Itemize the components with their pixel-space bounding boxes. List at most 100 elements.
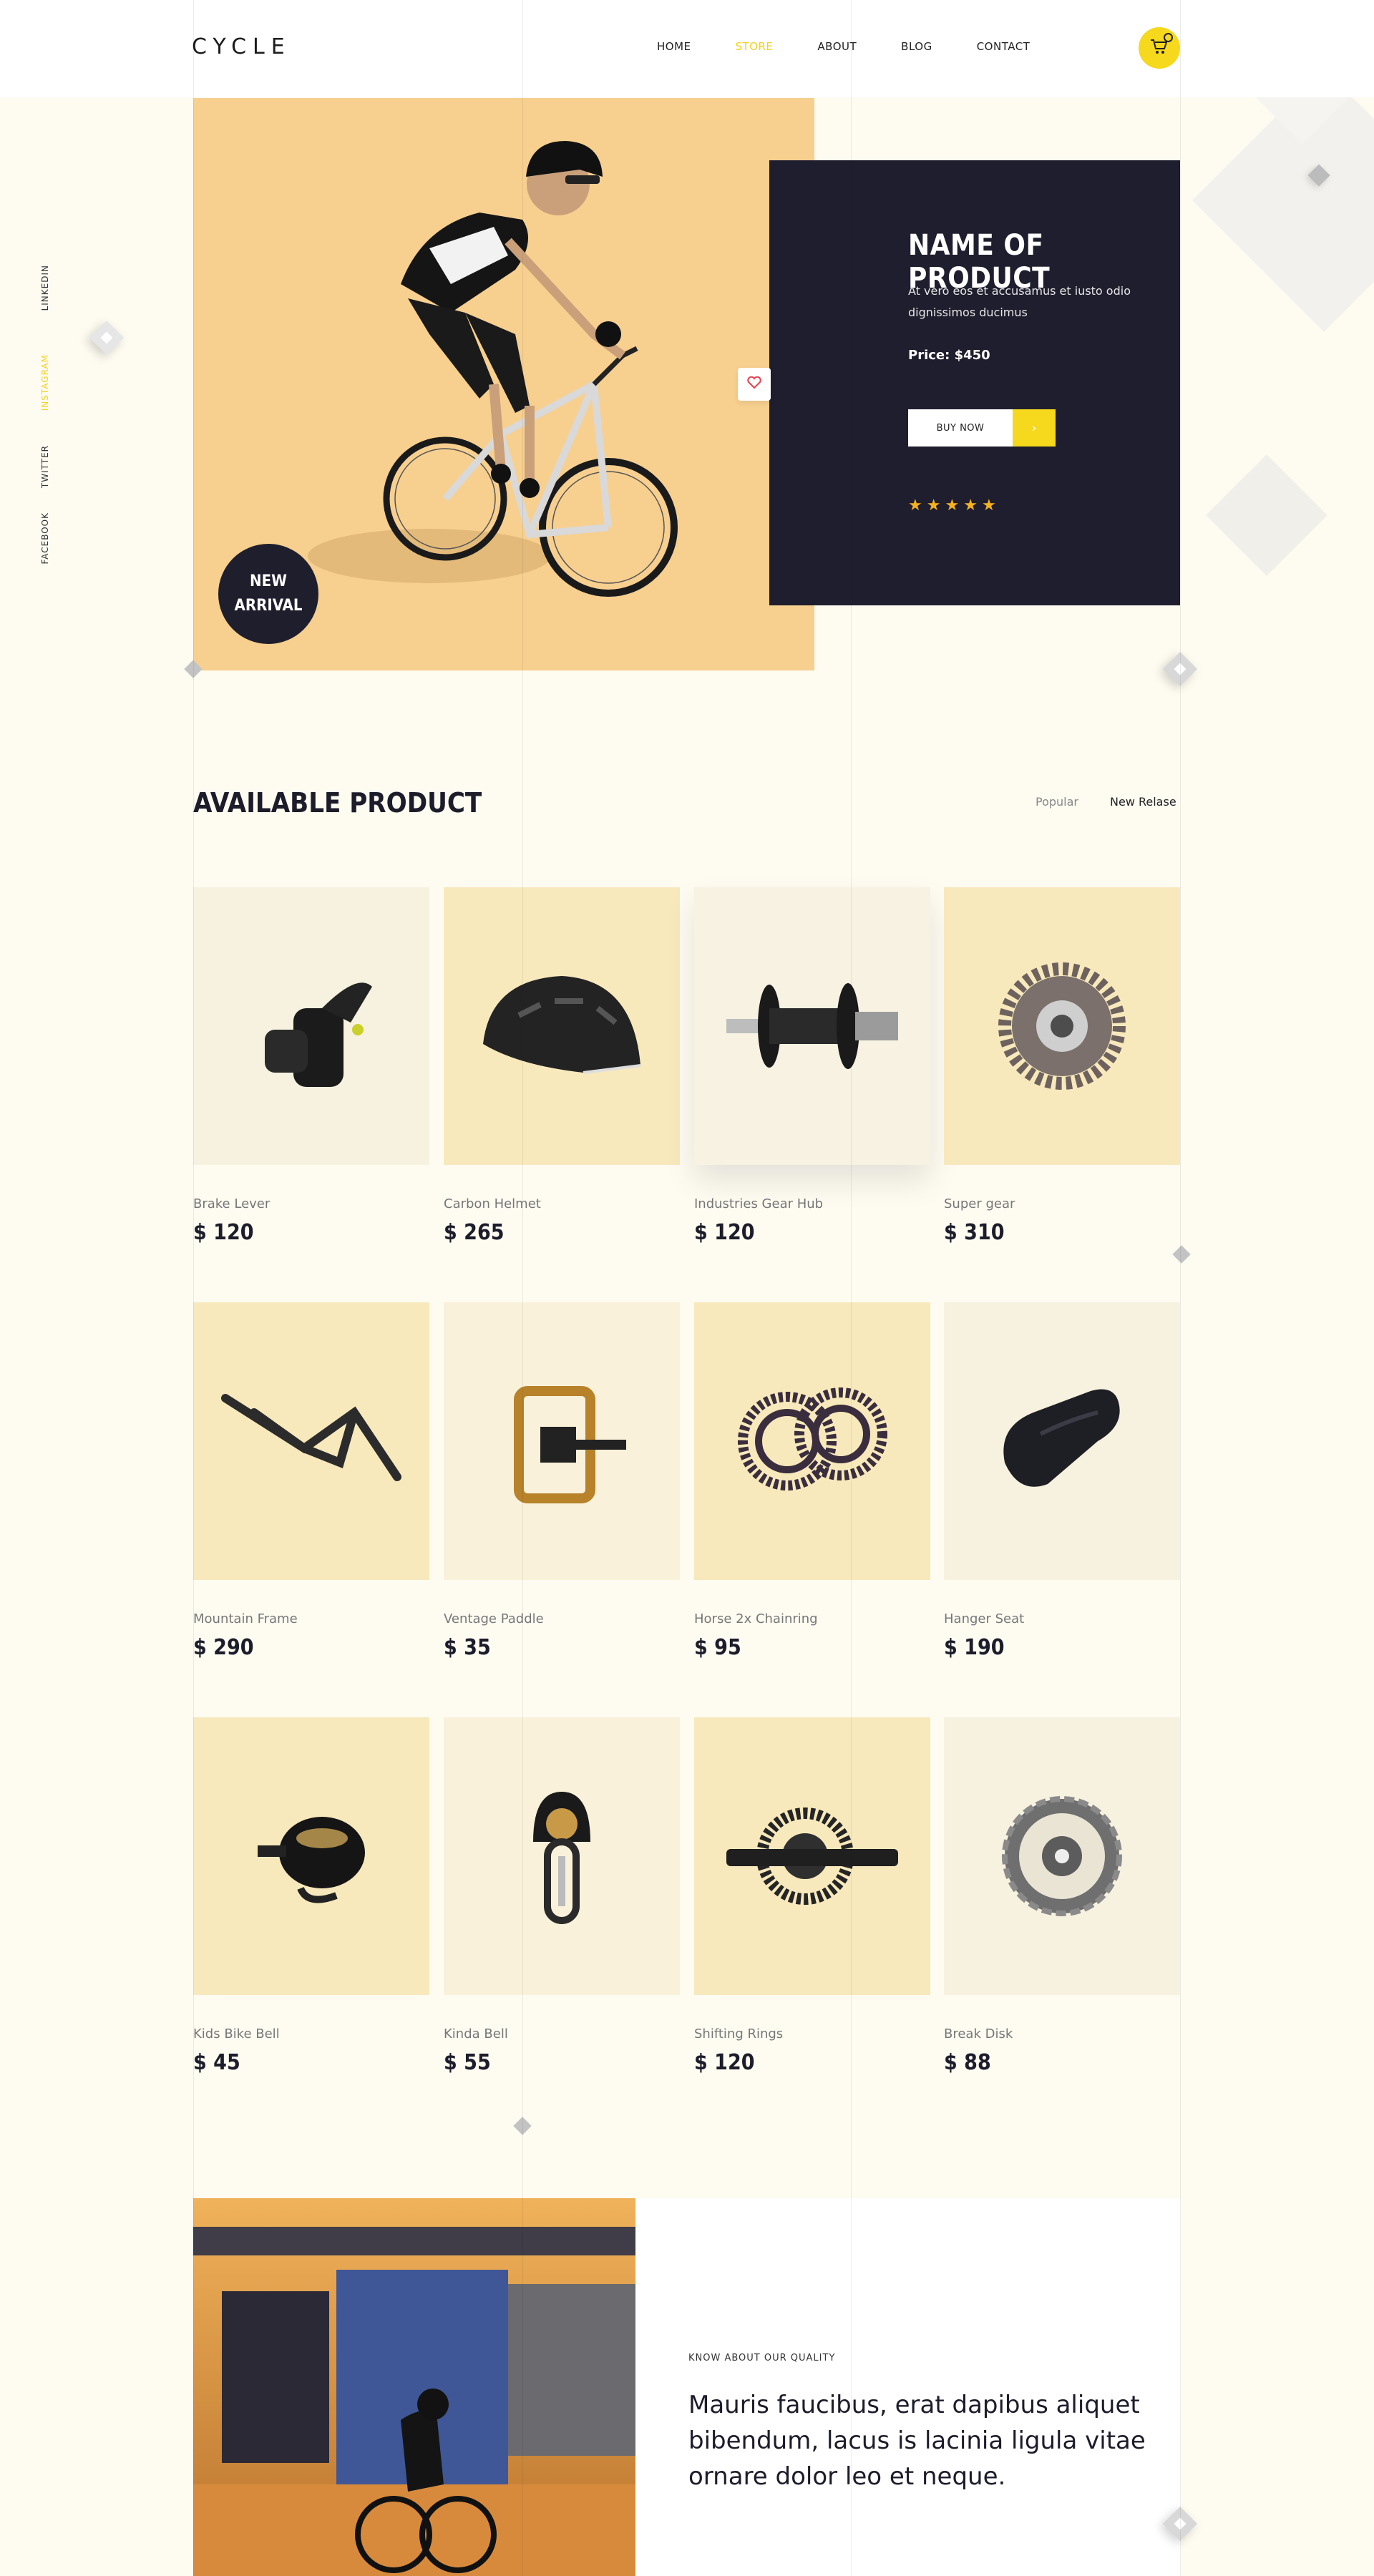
brake-disk-image — [1002, 1796, 1122, 1916]
new-arrival-badge: NEW ARRIVAL — [218, 544, 318, 644]
main-nav: HOME STORE ABOUT BLOG CONTACT — [657, 40, 1074, 53]
cart-badge — [1164, 33, 1173, 42]
product-name: Super gear — [944, 1196, 1015, 1211]
star-icon: ★ — [963, 497, 982, 514]
product-name: Carbon Helmet — [444, 1196, 541, 1211]
product-name: Shifting Rings — [694, 2026, 784, 2041]
product-image — [944, 1302, 1180, 1580]
star-icon: ★ — [981, 497, 1000, 514]
decor-diamond — [1172, 1245, 1191, 1264]
product-name: Mountain Frame — [193, 1611, 298, 1626]
kinda-bell-image — [533, 1792, 590, 1924]
product-price: $ 290 — [193, 1635, 254, 1660]
product-item[interactable]: Brake Lever $ 120 — [193, 887, 429, 1245]
heart-icon — [747, 376, 761, 392]
super-gear-image — [998, 962, 1126, 1090]
product-price: $ 265 — [444, 1220, 505, 1245]
product-item[interactable]: Hanger Seat $ 190 — [944, 1302, 1180, 1660]
decor-diamond — [89, 320, 125, 356]
bike-bell-image — [258, 1817, 365, 1903]
nav-about[interactable]: ABOUT — [817, 40, 857, 53]
product-image — [694, 887, 930, 1165]
nav-store[interactable]: STORE — [736, 40, 774, 53]
product-item[interactable]: Kinda Bell $ 55 — [444, 1717, 680, 2075]
product-item[interactable]: Carbon Helmet $ 265 — [444, 887, 680, 1245]
gear-hub-image — [726, 983, 898, 1069]
nav-home[interactable]: HOME — [657, 40, 691, 53]
product-name: Hanger Seat — [944, 1611, 1025, 1626]
product-price: Price: $450 — [908, 348, 990, 363]
helmet-image — [483, 976, 641, 1074]
product-item[interactable]: Industries Gear Hub $ 120 — [694, 887, 930, 1245]
social-twitter[interactable]: TWITTER — [40, 445, 50, 488]
guide-line — [1180, 0, 1181, 2576]
nav-blog[interactable]: BLOG — [901, 40, 932, 53]
product-name: Break Disk — [944, 2026, 1013, 2041]
product-image — [694, 1302, 930, 1580]
star-icon: ★ — [926, 497, 945, 514]
seat-image — [1003, 1389, 1120, 1487]
product-name: Brake Lever — [193, 1196, 271, 1211]
product-price: $ 120 — [193, 1220, 254, 1245]
product-image — [444, 887, 680, 1165]
badge-line-1: NEW — [250, 572, 287, 590]
product-item[interactable]: Horse 2x Chainring $ 95 — [694, 1302, 930, 1660]
arrow-right-icon: › — [1031, 420, 1037, 436]
shifting-rings-image — [726, 1807, 898, 1905]
product-name: Ventage Paddle — [444, 1611, 544, 1626]
about-image — [193, 2198, 635, 2576]
filter-popular[interactable]: Popular — [1036, 795, 1078, 809]
product-image — [193, 887, 429, 1165]
product-image — [193, 1717, 429, 1995]
product-name: Kids Bike Bell — [193, 2026, 280, 2041]
bg-diamond-shape — [1206, 454, 1327, 576]
product-item[interactable]: Ventage Paddle $ 35 — [444, 1302, 680, 1660]
site-header: CYCLE HOME STORE ABOUT BLOG CONTACT — [0, 0, 1374, 97]
section-title: AVAILABLE PRODUCT — [193, 787, 482, 819]
product-image — [944, 887, 1180, 1165]
buy-arrow-button[interactable]: › — [1013, 409, 1056, 447]
product-name: Kinda Bell — [444, 2026, 508, 2041]
product-price: $ 88 — [944, 2050, 991, 2075]
social-linkedin[interactable]: LINKEDIN — [40, 265, 50, 311]
product-item[interactable]: Shifting Rings $ 120 — [694, 1717, 930, 2075]
product-price: $ 35 — [444, 1635, 491, 1660]
product-name: Horse 2x Chainring — [694, 1611, 818, 1626]
rating-stars: ★★★★★ — [908, 497, 1000, 514]
brake-lever-image — [265, 982, 372, 1087]
product-item[interactable]: Break Disk $ 88 — [944, 1717, 1180, 2075]
logo[interactable]: CYCLE — [192, 34, 291, 59]
cyclist-photo — [193, 2198, 635, 2576]
decor-diamond — [1162, 651, 1198, 687]
nav-contact[interactable]: CONTACT — [977, 40, 1030, 53]
star-icon: ★ — [908, 497, 927, 514]
product-name: Industries Gear Hub — [694, 1196, 824, 1211]
product-description: At vero eos et accusamus et iusto odio d… — [908, 284, 1131, 319]
product-image — [694, 1717, 930, 1995]
product-item[interactable]: Mountain Frame $ 290 — [193, 1302, 429, 1660]
cart-button[interactable] — [1139, 27, 1180, 69]
buy-now-button[interactable]: BUY NOW — [908, 409, 1013, 447]
product-price: $ 190 — [944, 1635, 1005, 1660]
product-image — [444, 1302, 680, 1580]
product-image — [944, 1717, 1180, 1995]
badge-line-2: ARRIVAL — [234, 597, 303, 615]
decor-diamond — [513, 2117, 532, 2135]
product-price: $ 120 — [694, 1220, 755, 1245]
about-kicker: KNOW ABOUT OUR QUALITY — [688, 2353, 836, 2363]
product-image — [444, 1717, 680, 1995]
product-item[interactable]: Super gear $ 310 — [944, 887, 1180, 1245]
product-image — [193, 1302, 429, 1580]
wishlist-button[interactable] — [738, 368, 771, 401]
product-item[interactable]: Kids Bike Bell $ 45 — [193, 1717, 429, 2075]
product-price: $ 95 — [694, 1635, 741, 1660]
social-facebook[interactable]: FACEBOOK — [40, 512, 50, 565]
about-text: Mauris faucibus, erat dapibus aliquet bi… — [688, 2391, 1146, 2491]
product-price: $ 45 — [193, 2050, 240, 2075]
product-price: $ 55 — [444, 2050, 491, 2075]
social-instagram[interactable]: INSTAGRAM — [40, 354, 50, 411]
mountain-frame-image — [221, 1394, 401, 1481]
star-icon: ★ — [945, 497, 964, 514]
product-price: $ 310 — [944, 1220, 1005, 1245]
filter-new-release[interactable]: New Relase — [1110, 795, 1176, 809]
